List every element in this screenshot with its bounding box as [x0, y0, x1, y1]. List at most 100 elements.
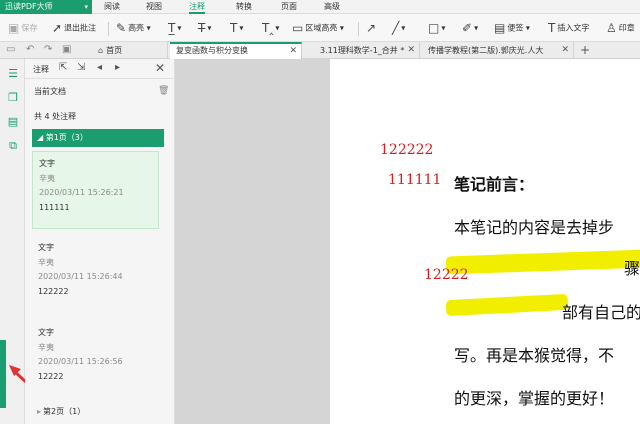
annotation-content: 12222	[38, 372, 64, 381]
chevron-down-icon: ▾	[523, 23, 530, 33]
rectangle-icon: □	[428, 21, 440, 35]
note-button[interactable]: ▤ 便签 ▾	[494, 18, 530, 38]
text-annotation[interactable]: 111111	[388, 172, 441, 188]
area-highlight-icon: ▭	[292, 21, 304, 35]
stamp-icon: ♙	[606, 21, 617, 35]
panel-title: 注释	[33, 65, 49, 74]
document-line: 部有自己的	[562, 303, 640, 322]
annotation-author: 辛夷	[39, 174, 55, 183]
text-annotation[interactable]: 122222	[380, 142, 433, 158]
page-group-label: 第1页（3）	[45, 133, 88, 142]
close-icon[interactable]: ✕	[561, 42, 569, 59]
page-group-header[interactable]: ▸ 第2页（1）	[37, 406, 85, 417]
document-line: 骤	[624, 259, 640, 278]
highlight-label: 高亮	[128, 23, 145, 33]
chevron-down-icon: ▾	[337, 23, 344, 33]
chevron-left-icon[interactable]: ◂	[97, 62, 102, 73]
area-highlight-label: 区域高亮	[305, 23, 338, 33]
rectangle-tool[interactable]: □ ▾	[428, 18, 445, 38]
text-annotation[interactable]: 12222	[424, 267, 469, 283]
annotation-author: 辛夷	[38, 258, 54, 267]
comment-icon[interactable]: ▤	[6, 115, 20, 129]
highlight-mark[interactable]	[445, 249, 640, 275]
attachment-icon[interactable]: ⧉	[6, 139, 20, 153]
save-icon: ▣	[8, 21, 20, 35]
arrow-tool[interactable]: ↗	[366, 18, 378, 38]
stamp-label: 印章	[618, 23, 635, 33]
annotation-type: 文字	[38, 243, 54, 252]
annotation-card[interactable]: 文字 辛夷 2020/03/11 15:26:44 122222	[32, 236, 159, 314]
note-label: 便签	[507, 23, 524, 33]
highlight-button[interactable]: ✎ 高亮 ▾	[116, 18, 151, 38]
annotation-content: 122222	[38, 287, 69, 296]
chevron-down-icon: ▾	[401, 23, 406, 33]
chevron-down-icon: ▾	[239, 23, 244, 33]
tab-document-1[interactable]: 复变函数与积分变换 ✕	[170, 42, 302, 59]
page-group-label: 第2页（1）	[43, 407, 86, 416]
menu-annotate[interactable]: 注释	[189, 0, 205, 14]
text-strikethrough-tool[interactable]: T̶ ▾	[198, 18, 211, 38]
folder-icon[interactable]: ▭	[6, 44, 15, 55]
cursor-icon: ➚	[52, 21, 63, 35]
redo-icon[interactable]: ↷	[44, 44, 52, 55]
close-icon[interactable]: ✕	[155, 61, 165, 75]
annotation-card[interactable]: 文字 辛夷 2020/03/11 15:26:21 111111	[32, 151, 159, 229]
divider	[108, 22, 109, 36]
chevron-right-icon[interactable]: ▸	[115, 62, 120, 73]
insert-text-button[interactable]: T 插入文字	[548, 18, 589, 38]
save-small-icon[interactable]: ▣	[62, 44, 71, 55]
text-underline-icon: T̲	[168, 21, 176, 35]
document-page: 122222 111111 12222 笔记前言： 本笔记的内容是去掉步 骤 部…	[330, 59, 640, 424]
document-line: 的更深，掌握的更好！	[454, 389, 615, 408]
tab-label: 传播学教程(第二版).郭庆光.人大	[428, 46, 544, 55]
undo-icon[interactable]: ↶	[26, 44, 34, 55]
annotation-card[interactable]: 文字 辛夷 2020/03/11 15:26:56 12222	[32, 321, 159, 399]
stamp-button[interactable]: ♙ 印章	[606, 18, 635, 38]
exit-annotation-button[interactable]: ➚ 退出批注	[52, 18, 96, 38]
text-replace-icon: T	[230, 21, 238, 35]
insert-text-label: 插入文字	[557, 23, 590, 33]
area-highlight-button[interactable]: ▭ 区域高亮 ▾	[292, 18, 344, 38]
pencil-tool[interactable]: ✐ ▾	[462, 18, 478, 38]
close-icon[interactable]: ✕	[289, 44, 297, 58]
document-line: 本笔记的内容是去掉步	[454, 218, 615, 237]
menu-page[interactable]: 页面	[281, 0, 297, 14]
list-icon[interactable]: ☰	[6, 67, 20, 81]
chevron-down-icon: ▾	[84, 3, 88, 11]
tab-label: 3.11理科数学-1_合并 *	[320, 46, 405, 55]
chevron-down-icon: ▾	[441, 23, 446, 33]
expand-icon: ◢	[37, 133, 46, 142]
menu-view[interactable]: 视图	[146, 0, 162, 14]
line-tool[interactable]: ╱ ▾	[392, 18, 405, 38]
close-icon[interactable]: ✕	[407, 42, 415, 59]
chevron-down-icon: ▾	[275, 23, 280, 33]
tab-document-3[interactable]: 传播学教程(第二版).郭庆光.人大 ✕	[422, 42, 574, 59]
menu-read[interactable]: 阅读	[104, 0, 120, 14]
page-group-header[interactable]: ◢ 第1页（3）	[32, 129, 164, 147]
tab-home[interactable]: ⌂ 首页	[92, 42, 168, 59]
text-underline-tool[interactable]: T̲ ▾	[168, 18, 181, 38]
save-button[interactable]: ▣ 保存	[8, 18, 37, 38]
text-insert-icon: T‸	[262, 21, 274, 35]
menu-advanced[interactable]: 高级	[324, 0, 340, 14]
menu-convert[interactable]: 转换	[236, 0, 252, 14]
text-insert-tool[interactable]: T‸ ▾	[262, 18, 279, 38]
document-heading: 笔记前言：	[454, 175, 535, 194]
app-menu-button[interactable]: 迅读PDF大师 ▾	[0, 0, 92, 14]
highlight-mark[interactable]	[445, 293, 569, 317]
annotation-toolbar: ▣ 保存 ➚ 退出批注 ✎ 高亮 ▾ T̲ ▾ T̶ ▾ T ▾ T‸ ▾ ▭ 区域高亮 ▾ ↗…	[0, 14, 640, 42]
tab-home-label: 首页	[106, 46, 123, 55]
annotation-time: 2020/03/11 15:26:21	[39, 188, 124, 197]
exit-annotation-label: 退出批注	[64, 23, 97, 33]
trash-icon[interactable]: 🗑	[158, 86, 169, 96]
chevron-down-icon: ▾	[177, 23, 182, 33]
new-tab-button[interactable]: +	[580, 42, 590, 59]
annotation-author: 辛夷	[38, 343, 54, 352]
chevron-down-icon: ▾	[144, 23, 151, 33]
thumbnails-icon[interactable]: ❐	[6, 91, 20, 105]
annotation-panel: 注释 ⇱ ⇲ ◂ ▸ ✕ 当前文档 🗑 共 4 处注释 ◢ 第1页（3） 文字 …	[25, 59, 175, 424]
import-icon[interactable]: ⇲	[77, 62, 85, 73]
tab-document-2[interactable]: 3.11理科数学-1_合并 * ✕	[314, 42, 420, 59]
export-icon[interactable]: ⇱	[59, 62, 67, 73]
text-replace-tool[interactable]: T ▾	[230, 18, 243, 38]
